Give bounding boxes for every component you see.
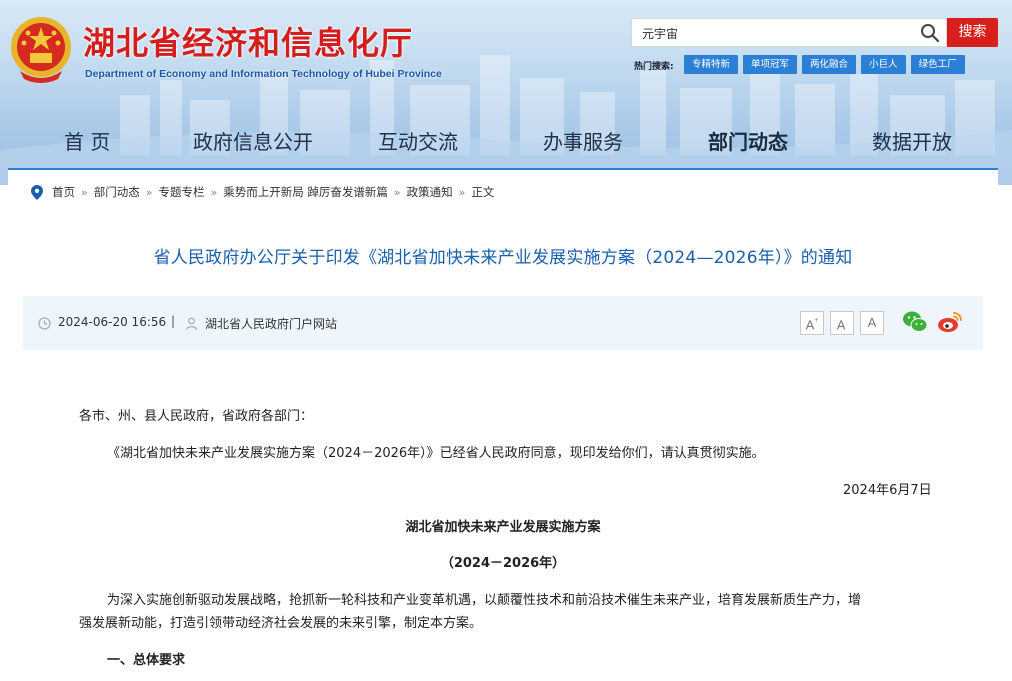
nav-item-home[interactable]: 首 页	[64, 122, 110, 168]
article-meta-bar: 2024-06-20 16:56 | 湖北省人民政府门户网站 A+ A A	[23, 296, 983, 350]
article-container: 首页 » 部门动态 » 专题专栏 » 乘势而上开新局 踔厉奋发谱新篇 » 政策通…	[8, 170, 998, 681]
search-input[interactable]	[642, 23, 912, 43]
breadcrumb-item[interactable]: 政策通知	[407, 184, 453, 200]
nav-item-dept-news[interactable]: 部门动态	[708, 122, 788, 168]
source-icon	[185, 317, 198, 330]
search-button[interactable]: 搜索	[947, 18, 998, 47]
nav-item-interaction[interactable]: 互动交流	[378, 122, 458, 168]
national-emblem-logo	[11, 17, 71, 83]
meta-divider: |	[171, 314, 176, 328]
plan-title: 湖北省加快未来产业发展实施方案	[405, 520, 601, 535]
site-title: 湖北省经济和信息化厅	[83, 24, 414, 62]
font-size-increase-button[interactable]: A+	[800, 311, 824, 335]
breadcrumb-separator: »	[210, 185, 218, 199]
hot-tag[interactable]: 专精特新	[684, 55, 739, 74]
search-icon[interactable]	[920, 23, 940, 43]
breadcrumb-item[interactable]: 首页	[52, 184, 75, 200]
nav-item-open-data[interactable]: 数据开放	[872, 122, 952, 168]
breadcrumb-current: 正文	[471, 185, 495, 199]
breadcrumb: 首页 » 部门动态 » 专题专栏 » 乘势而上开新局 踔厉奋发谱新篇 » 政策通…	[31, 184, 494, 200]
nav-item-services[interactable]: 办事服务	[543, 122, 623, 168]
breadcrumb-item[interactable]: 专题专栏	[158, 184, 204, 200]
article-title: 省人民政府办公厅关于印发《湖北省加快未来产业发展实施方案（2024—2026年）…	[153, 248, 853, 268]
header-banner: 湖北省经济和信息化厅 Department of Economy and Inf…	[0, 0, 1012, 185]
hot-search-tags: 专精特新 单项冠军 两化融合 小巨人 绿色工厂	[684, 55, 965, 74]
nav-item-gov-info[interactable]: 政府信息公开	[193, 122, 313, 168]
site-subtitle: Department of Economy and Information Te…	[85, 68, 442, 80]
section-heading: 一、总体要求	[107, 653, 186, 668]
hot-tag[interactable]: 单项冠军	[743, 55, 798, 74]
search-box	[631, 18, 947, 47]
publish-date: 2024-06-20 16:56	[58, 315, 167, 329]
font-size-decrease-button[interactable]: A	[860, 311, 884, 335]
breadcrumb-separator: »	[393, 185, 401, 199]
breadcrumb-separator: »	[458, 185, 466, 199]
main-nav: 首 页 政府信息公开 互动交流 办事服务 部门动态 数据开放	[0, 122, 1012, 168]
article-source: 湖北省人民政府门户网站	[205, 317, 338, 331]
hot-tag[interactable]: 绿色工厂	[910, 55, 965, 74]
hot-tag[interactable]: 两化融合	[802, 55, 857, 74]
paragraph-line: 强发展新动能，打造引领带动经济社会发展的未来引擎，制定本方案。	[79, 616, 483, 631]
font-size-reset-button[interactable]: A	[830, 311, 854, 335]
sign-date: 2024年6月7日	[843, 483, 932, 498]
plan-subtitle: （2024－2026年）	[440, 556, 566, 571]
hot-tag[interactable]: 小巨人	[861, 55, 906, 74]
clock-icon	[38, 317, 51, 330]
breadcrumb-separator: »	[81, 185, 88, 199]
breadcrumb-item[interactable]: 部门动态	[94, 184, 140, 200]
weibo-icon[interactable]	[937, 310, 963, 334]
breadcrumb-separator: »	[145, 185, 153, 199]
hot-search-label: 热门搜索:	[634, 62, 674, 72]
paragraph-line: 为深入实施创新驱动发展战略，抢抓新一轮科技和产业变革机遇，以颠覆性技术和前沿技术…	[107, 593, 862, 608]
breadcrumb-item[interactable]: 乘势而上开新局 踔厉奋发谱新篇	[223, 184, 388, 200]
intro-paragraph: 《湖北省加快未来产业发展实施方案（2024－2026年）》已经省人民政府同意，现…	[107, 446, 765, 461]
location-pin-icon	[31, 184, 43, 200]
salutation: 各市、州、县人民政府，省政府各部门：	[79, 409, 314, 424]
wechat-icon[interactable]	[902, 310, 928, 334]
